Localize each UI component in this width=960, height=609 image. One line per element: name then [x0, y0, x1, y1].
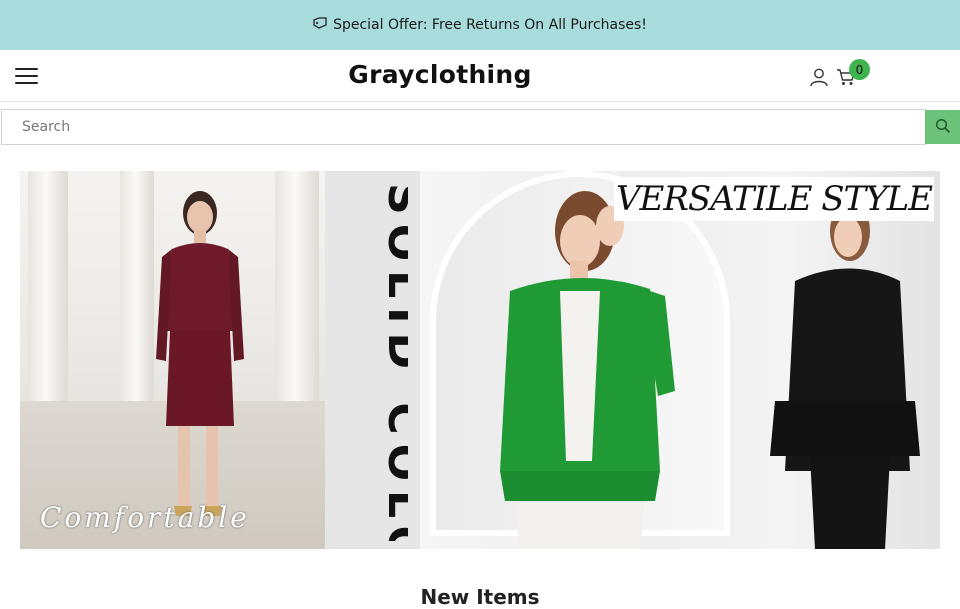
banner-right-panel — [420, 171, 940, 549]
new-items-heading: New Items — [420, 585, 540, 609]
banner-script-text: Comfortable — [40, 501, 250, 534]
tag-icon — [313, 17, 327, 33]
banner-left-panel — [20, 171, 325, 549]
search-input[interactable] — [1, 109, 926, 145]
banner-vertical-text: SOLID COLOR — [378, 183, 408, 541]
svg-text:SOLID COLOR: SOLID COLOR — [378, 183, 408, 541]
model-green-blazer — [500, 191, 920, 549]
cart-count-badge: 0 — [849, 59, 870, 80]
site-header: Grayclothing 0 — [0, 50, 960, 102]
hero-banner[interactable]: SOLID COLOR VERSATILE STYLE Comfortable — [20, 171, 940, 549]
user-icon[interactable] — [809, 67, 829, 87]
brand-logo[interactable]: Grayclothing — [0, 60, 880, 89]
announcement-bar: Special Offer: Free Returns On All Purch… — [0, 0, 960, 50]
banner-headline: VERSATILE STYLE — [615, 179, 933, 219]
model-burgundy-suit — [156, 191, 244, 516]
search-icon — [935, 118, 951, 137]
search-button[interactable] — [925, 110, 960, 144]
search-bar — [0, 109, 960, 145]
announcement-text: Special Offer: Free Returns On All Purch… — [333, 17, 647, 33]
